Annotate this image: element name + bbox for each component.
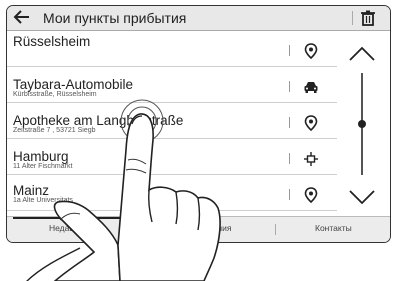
trash-icon [361,10,375,26]
tab-divider [275,224,276,235]
list-item[interactable]: Taybara-Automobile Kürbisstraße, Rüssels… [7,67,337,103]
destination-address: 1a Alte Universitats [13,197,73,204]
header-bar: Мои пункты прибытия [7,6,390,31]
destination-name: Rüsselsheim [13,34,91,49]
crosshair-icon[interactable] [303,151,319,167]
tab-bar: Недавние Предпочтения Контакты [7,216,390,242]
destination-address: Zeitstraße 7 , 53721 Siegb [13,127,96,134]
chevron-up-icon [349,46,375,61]
destination-name: Hamburg [13,149,69,164]
tab-favorites[interactable]: Предпочтения [175,223,231,233]
list-item[interactable]: Mainz 1a Alte Universitats [7,175,337,211]
row-divider [289,153,290,164]
pin-icon[interactable] [303,43,319,59]
scroll-down-button[interactable] [348,189,376,205]
chevron-down-icon [349,190,375,205]
tab-divider [143,224,144,235]
list-item[interactable]: Rüsselsheim [7,31,337,67]
destination-name: Mainz [13,183,50,198]
destination-address: Kürbisstraße, Rüsselsheim [13,91,97,98]
scroll-area [342,31,390,211]
tab-recent[interactable]: Недавние [49,223,88,233]
list-item[interactable]: Hamburg 11 Alter Fischmarkt [7,139,337,175]
destination-name: Taybara-Automobile [13,77,134,92]
destination-address: 11 Alter Fischmarkt [13,163,73,170]
destination-name: Apotheke am Langba straße [13,113,184,128]
pin-icon[interactable] [303,187,319,203]
tab-contacts[interactable]: Контакты [315,223,352,233]
delete-button[interactable] [361,10,375,31]
destinations-screen: Мои пункты прибытия Rüsselsheim Taybara-… [6,5,391,243]
row-divider [289,45,290,56]
active-tab-indicator [13,217,141,219]
page-title: Мои пункты прибытия [43,10,187,26]
back-button[interactable] [13,7,31,32]
list-item[interactable]: Apotheke am Langba straße Zeitstraße 7 ,… [7,103,337,139]
header-divider [352,11,353,25]
arrow-left-icon [13,10,29,24]
row-divider [289,117,290,128]
row-divider [289,81,290,92]
row-divider [289,189,290,200]
scroll-thumb[interactable] [358,120,366,128]
scroll-up-button[interactable] [348,46,376,62]
pin-icon[interactable] [303,115,319,131]
car-icon[interactable] [303,79,319,95]
